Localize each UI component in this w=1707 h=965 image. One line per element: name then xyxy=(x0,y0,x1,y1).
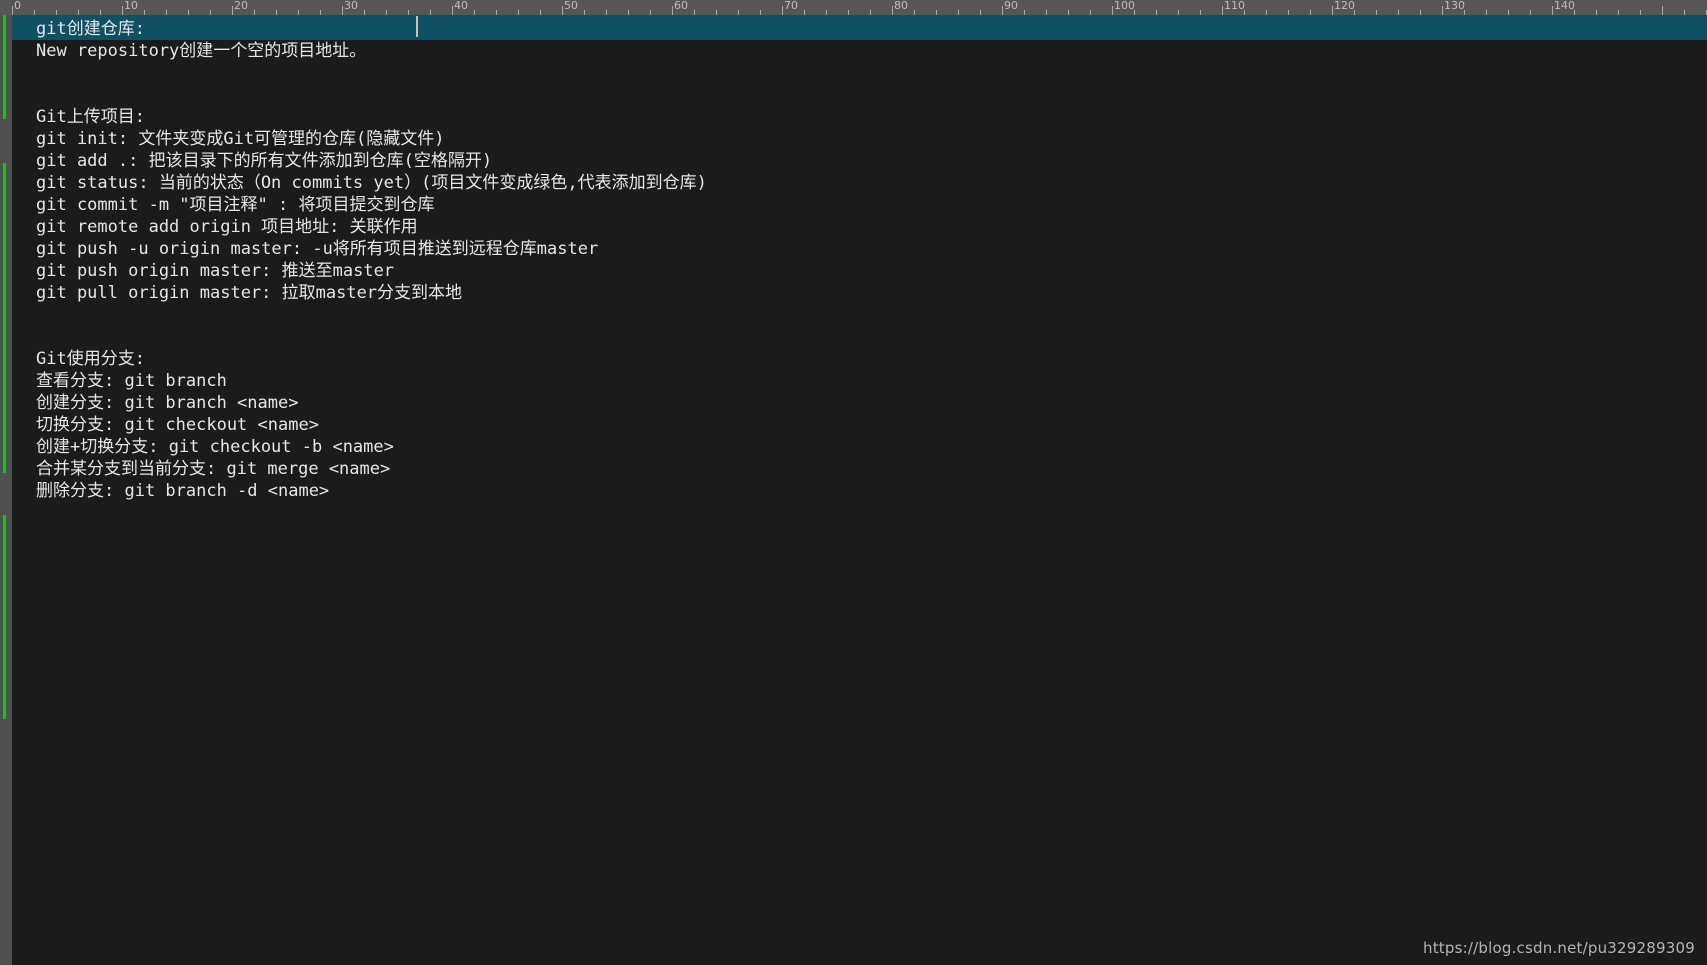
ruler-tick xyxy=(782,6,783,15)
code-line[interactable]: git add .: 把该目录下的所有文件添加到仓库(空格隔开) xyxy=(36,150,492,172)
code-line[interactable]: Git使用分支: xyxy=(36,348,145,370)
ruler-tick xyxy=(232,6,233,15)
code-line[interactable]: 创建+切换分支: git checkout -b <name> xyxy=(36,436,394,458)
ruler-tick xyxy=(1222,6,1223,15)
editor-window: 0 10 20 30 40 50 60 70 80 90 100 110 120 130 140 git创建… xyxy=(0,0,1707,965)
ruler-tick xyxy=(1332,6,1333,15)
ruler-tick xyxy=(672,6,673,15)
code-text-area[interactable]: git创建仓库: New repository创建一个空的项目地址。 Git上传项目… xyxy=(12,15,1707,965)
ruler-label: 30 xyxy=(344,0,358,12)
ruler-tick xyxy=(892,6,893,15)
ruler-label: 40 xyxy=(454,0,468,12)
ruler-label: 110 xyxy=(1224,0,1245,12)
ruler-tick xyxy=(122,6,123,15)
code-line[interactable]: 创建分支: git branch <name> xyxy=(36,392,298,414)
change-bar[interactable] xyxy=(3,163,6,473)
ruler-label: 100 xyxy=(1114,0,1135,12)
horizontal-ruler: 0 10 20 30 40 50 60 70 80 90 100 110 120 130 140 xyxy=(0,0,1707,15)
code-line[interactable]: git init: 文件夹变成Git可管理的仓库(隐藏文件) xyxy=(36,128,445,150)
ruler-tick xyxy=(1112,6,1113,15)
ruler-tick xyxy=(1662,6,1663,15)
ruler-label: 60 xyxy=(674,0,688,12)
code-line[interactable]: 切换分支: git checkout <name> xyxy=(36,414,319,436)
watermark-url: https://blog.csdn.net/pu329289309 xyxy=(1423,939,1695,957)
ruler-tick xyxy=(452,6,453,15)
change-bar[interactable] xyxy=(3,15,6,119)
ruler-label: 20 xyxy=(234,0,248,12)
code-line[interactable]: New repository创建一个空的项目地址。 xyxy=(36,40,366,62)
code-line[interactable]: 删除分支: git branch -d <name> xyxy=(36,480,329,502)
code-line[interactable]: git remote add origin 项目地址: 关联作用 xyxy=(36,216,418,238)
code-line[interactable]: git创建仓库: xyxy=(36,18,145,40)
ruler-tick xyxy=(1442,6,1443,15)
ruler-tick xyxy=(1002,6,1003,15)
code-line[interactable]: git status: 当前的状态（On commits yet）(项目文件变成… xyxy=(36,172,707,194)
current-line-highlight xyxy=(12,15,1707,40)
ruler-label: 130 xyxy=(1444,0,1465,12)
ruler-tick xyxy=(342,6,343,15)
editor-gutter[interactable] xyxy=(0,15,12,965)
code-line[interactable]: git push origin master: 推送至master xyxy=(36,260,394,282)
change-bar[interactable] xyxy=(3,515,6,719)
ruler-label: 90 xyxy=(1004,0,1018,12)
ruler-tick xyxy=(1552,6,1553,15)
ruler-label: 0 xyxy=(14,0,21,12)
ruler-label: 80 xyxy=(894,0,908,12)
ruler-tick xyxy=(12,6,13,15)
ruler-label: 140 xyxy=(1554,0,1575,12)
ruler-label: 120 xyxy=(1334,0,1355,12)
code-line[interactable]: git push -u origin master: -u将所有项目推送到远程仓… xyxy=(36,238,598,260)
code-line[interactable]: 合并某分支到当前分支: git merge <name> xyxy=(36,458,390,480)
code-line[interactable]: 查看分支: git branch xyxy=(36,370,227,392)
ruler-label: 50 xyxy=(564,0,578,12)
ruler-label: 70 xyxy=(784,0,798,12)
ruler-tick xyxy=(562,6,563,15)
code-line[interactable]: Git上传项目: xyxy=(36,106,145,128)
code-line[interactable]: git pull origin master: 拉取master分支到本地 xyxy=(36,282,462,304)
text-caret xyxy=(416,16,418,37)
code-line[interactable]: git commit -m "项目注释" : 将项目提交到仓库 xyxy=(36,194,434,216)
ruler-label: 10 xyxy=(124,0,138,12)
